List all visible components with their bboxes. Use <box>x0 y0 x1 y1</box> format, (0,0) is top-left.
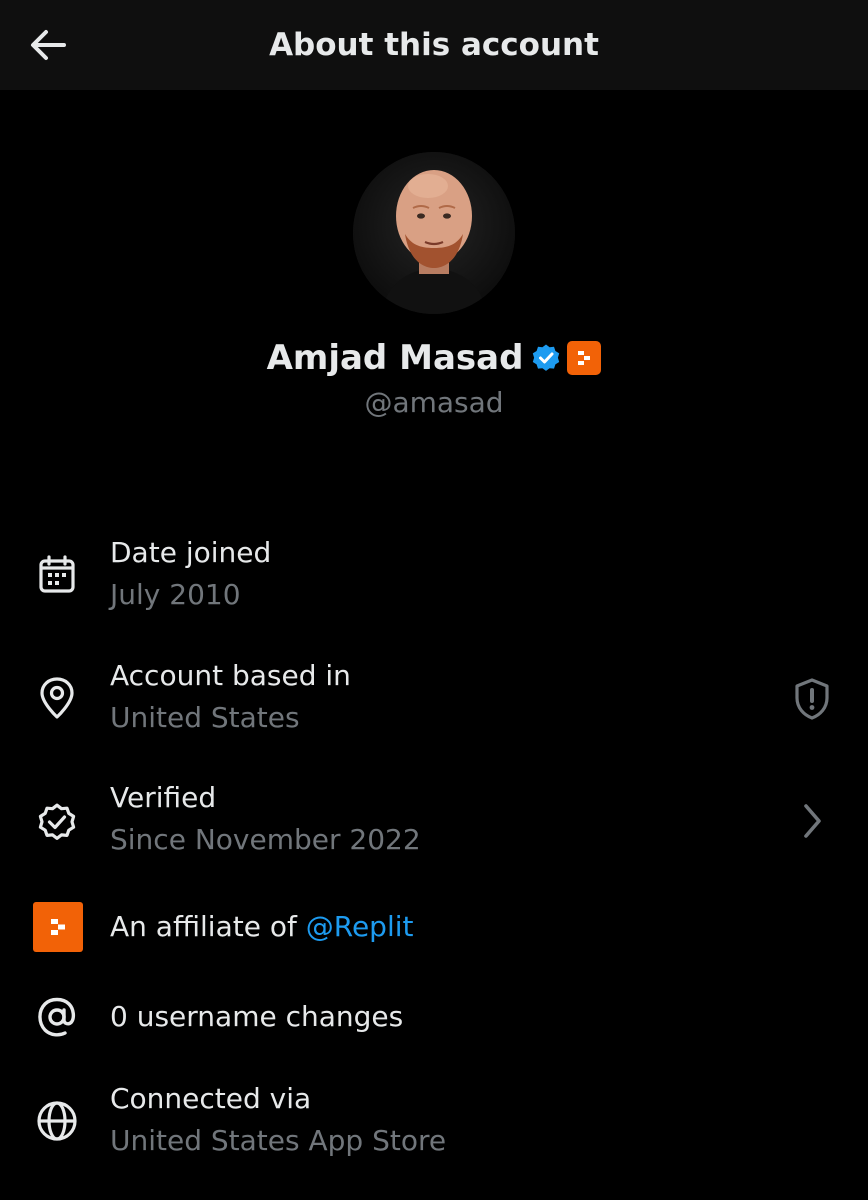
verified-badge-icon <box>533 344 560 371</box>
account-based-in-value: United States <box>110 701 300 734</box>
affiliate-prefix: An affiliate of <box>110 910 306 943</box>
date-joined-label: Date joined <box>110 536 272 569</box>
date-joined-value: July 2010 <box>110 578 241 611</box>
replit-logo-icon <box>578 351 591 365</box>
connected-via-value: United States App Store <box>110 1124 447 1157</box>
profile-name-row: Amjad Masad <box>0 334 868 382</box>
calendar-icon <box>30 548 84 602</box>
shield-alert-icon[interactable] <box>784 671 840 727</box>
profile-avatar <box>353 152 515 314</box>
globe-icon <box>30 1094 84 1148</box>
affiliate-text: An affiliate of @Replit <box>110 906 413 948</box>
replit-logo[interactable] <box>31 900 85 954</box>
verified-row[interactable]: Verified Since November 2022 <box>0 777 868 867</box>
account-based-in-row: Account based in United States <box>0 655 868 745</box>
chevron-right-icon[interactable] <box>784 793 840 849</box>
affiliate-badge-icon[interactable] <box>567 341 602 375</box>
affiliate-row: An affiliate of @Replit <box>0 900 868 954</box>
connected-via-label: Connected via <box>110 1082 312 1115</box>
verified-outline-icon <box>30 795 84 849</box>
profile-handle: @amasad <box>364 386 504 419</box>
username-changes-row: 0 username changes <box>0 990 868 1044</box>
username-changes-label: 0 username changes <box>110 1000 404 1033</box>
date-joined-row: Date joined July 2010 <box>0 532 868 622</box>
location-pin-icon <box>30 671 84 725</box>
top-app-bar: About this account <box>0 0 868 90</box>
display-name: Amjad Masad <box>266 338 524 378</box>
affiliate-link[interactable]: @Replit <box>306 910 414 943</box>
at-sign-icon <box>30 990 84 1044</box>
verified-since-value: Since November 2022 <box>110 823 421 856</box>
verified-label: Verified <box>110 781 217 814</box>
account-based-in-label: Account based in <box>110 659 351 692</box>
page-title: About this account <box>269 27 599 63</box>
connected-via-row: Connected via United States App Store <box>0 1078 868 1168</box>
